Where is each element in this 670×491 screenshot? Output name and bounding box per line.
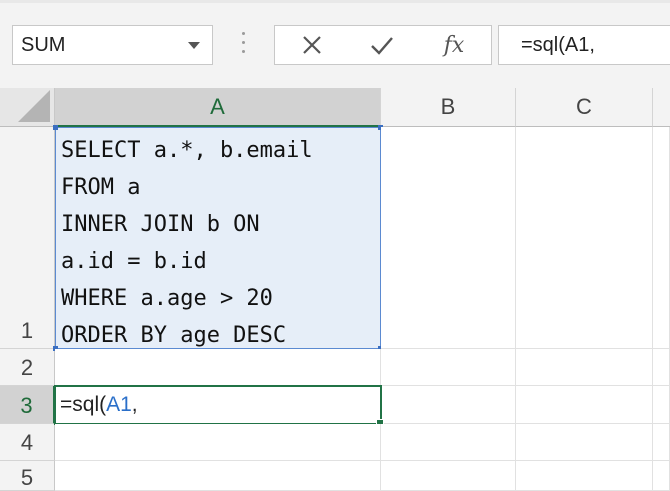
chevron-down-icon[interactable] [188,42,200,49]
formula-text: =sql(A1, [521,34,595,56]
cell-a1-text: SELECT a.*, b.email FROM a INNER JOIN b … [61,138,313,348]
function-icon: fx [443,32,465,58]
row-header-3[interactable]: 3 [0,386,55,424]
ribbon-edge [0,0,670,3]
cell-b1[interactable] [381,127,516,349]
cell-a4[interactable] [55,424,381,461]
cell-a2[interactable] [55,349,381,386]
cell-b2[interactable] [381,349,516,386]
insert-function-button[interactable]: fx [419,26,489,64]
cell-a5[interactable] [55,461,381,491]
formula-input[interactable]: =sql(A1, [498,25,670,65]
cell-b3[interactable] [381,386,516,424]
cell-d4[interactable] [653,424,670,461]
cell-reference: A1 [106,393,132,416]
column-header-a[interactable]: A [55,88,381,127]
check-icon [371,37,393,55]
row-header-4[interactable]: 4 [0,424,55,461]
column-header-c[interactable]: C [516,88,653,127]
name-box[interactable]: SUM [12,25,213,65]
cell-a1[interactable]: SELECT a.*, b.email FROM a INNER JOIN b … [53,125,383,351]
cell-d5[interactable] [653,461,670,491]
cell-a3-text: =sql(A1, [60,393,138,416]
formula-bar-area: SUM fx =sql(A1, [0,0,670,88]
row-header-1[interactable]: 1 [0,127,55,349]
row-header-5[interactable]: 5 [0,461,55,491]
cell-c3[interactable] [516,386,653,424]
cell-d2[interactable] [653,349,670,386]
cell-c4[interactable] [516,424,653,461]
cell-d1[interactable] [653,127,670,349]
cell-b5[interactable] [381,461,516,491]
cell-a3-active[interactable]: =sql(A1, [54,385,384,427]
column-header-b[interactable]: B [381,88,516,127]
cancel-button[interactable] [277,26,347,64]
cell-d3[interactable] [653,386,670,424]
cell-c1[interactable] [516,127,653,349]
select-all-icon [18,90,50,122]
cell-c2[interactable] [516,349,653,386]
cell-b4[interactable] [381,424,516,461]
name-box-value: SUM [21,34,66,56]
close-icon [303,36,321,54]
cell-c5[interactable] [516,461,653,491]
column-header-d[interactable] [653,88,670,127]
formula-buttons: fx [274,25,492,65]
select-all-button[interactable] [0,88,55,127]
drag-handle-icon[interactable] [242,32,246,58]
enter-button[interactable] [347,26,417,64]
range-handle[interactable] [53,125,58,130]
worksheet-grid: A B C 1 2 3 4 5 SELECT a.*, b.email FROM… [0,88,670,491]
row-header-2[interactable]: 2 [0,349,55,386]
